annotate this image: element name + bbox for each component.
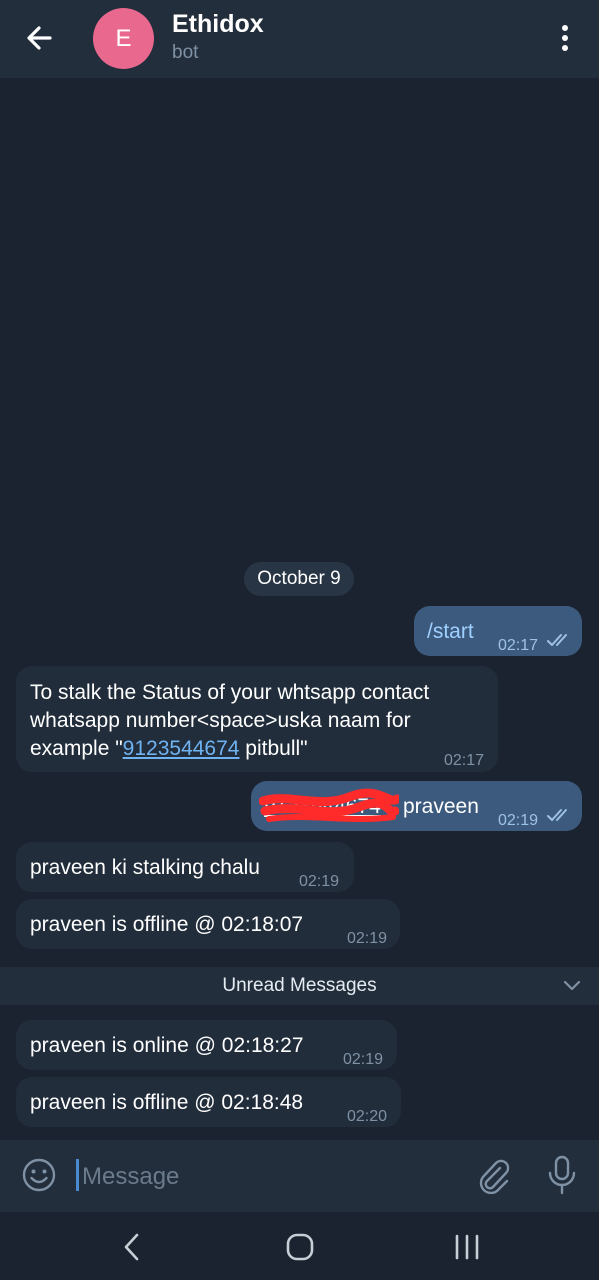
chat-title[interactable]: Ethidox: [172, 10, 264, 39]
message-time: 02:19: [343, 1051, 384, 1068]
incoming-message[interactable]: To stalk the Status of your whtsapp cont…: [16, 666, 498, 772]
message-line: whatsapp number<space>uska naam for: [30, 709, 411, 732]
incoming-message[interactable]: praveen is offline @ 02:18:48 02:20: [16, 1077, 401, 1127]
back-button[interactable]: [20, 18, 60, 58]
message-text-fragment: pitbull": [239, 737, 308, 760]
date-separator: October 9: [244, 562, 354, 596]
outgoing-message[interactable]: 9123544674 praveen 02:19: [251, 781, 582, 831]
nav-home-icon: [286, 1233, 314, 1261]
nav-back-button[interactable]: [121, 1232, 143, 1262]
avatar[interactable]: E: [93, 8, 154, 69]
arrow-left-icon: [27, 26, 52, 50]
double-check-icon: [547, 634, 567, 646]
message-time: 02:19: [347, 930, 388, 947]
nav-recent-apps-icon: [455, 1234, 479, 1260]
message-text: To stalk the Status of your whtsapp cont…: [30, 679, 490, 763]
message-text-fragment: example ": [30, 737, 123, 760]
message-time: 02:17: [498, 637, 539, 654]
message-text: praveen is online @ 02:18:27: [30, 1034, 304, 1057]
message-text: /start: [427, 620, 474, 643]
emoji-icon: [22, 1158, 56, 1192]
unread-messages-separator: Unread Messages: [0, 967, 599, 1005]
message-text: praveen ki stalking chalu: [30, 856, 260, 879]
message-line: To stalk the Status of your whtsapp cont…: [30, 681, 430, 704]
menu-button[interactable]: [551, 20, 579, 56]
nav-recent-apps-button[interactable]: [453, 1234, 481, 1260]
message-text: praveen is offline @ 02:18:48: [30, 1091, 304, 1114]
double-check-icon: [547, 809, 567, 821]
message-time: 02:19: [498, 812, 539, 829]
text-cursor: [76, 1159, 79, 1191]
message-time: 02:17: [444, 752, 485, 769]
nav-home-button[interactable]: [285, 1232, 315, 1262]
message-input[interactable]: [80, 1158, 464, 1196]
phone-number-link[interactable]: 9123544674: [123, 737, 240, 760]
paperclip-icon: [479, 1159, 510, 1195]
message-line: example "9123544674 pitbull": [30, 735, 490, 763]
message-time: 02:20: [347, 1108, 388, 1125]
incoming-message[interactable]: praveen is offline @ 02:18:07 02:19: [16, 899, 400, 949]
message-text: praveen: [403, 795, 479, 818]
microphone-button[interactable]: [546, 1154, 578, 1196]
chevron-down-icon[interactable]: [562, 979, 582, 993]
more-vertical-icon: [562, 25, 568, 51]
redaction-scribble: [259, 788, 399, 822]
outgoing-message[interactable]: /start 02:17: [414, 606, 582, 656]
message-text: praveen is offline @ 02:18:07: [30, 913, 304, 936]
nav-back-icon: [124, 1233, 139, 1261]
chat-subtitle: bot: [172, 42, 199, 63]
message-time: 02:19: [299, 873, 340, 890]
microphone-icon: [548, 1155, 576, 1195]
emoji-button[interactable]: [20, 1156, 58, 1194]
incoming-message[interactable]: praveen ki stalking chalu 02:19: [16, 842, 354, 892]
chat-header: E Ethidox bot: [0, 0, 599, 78]
incoming-message[interactable]: praveen is online @ 02:18:27 02:19: [16, 1020, 397, 1070]
attach-button[interactable]: [476, 1156, 512, 1195]
